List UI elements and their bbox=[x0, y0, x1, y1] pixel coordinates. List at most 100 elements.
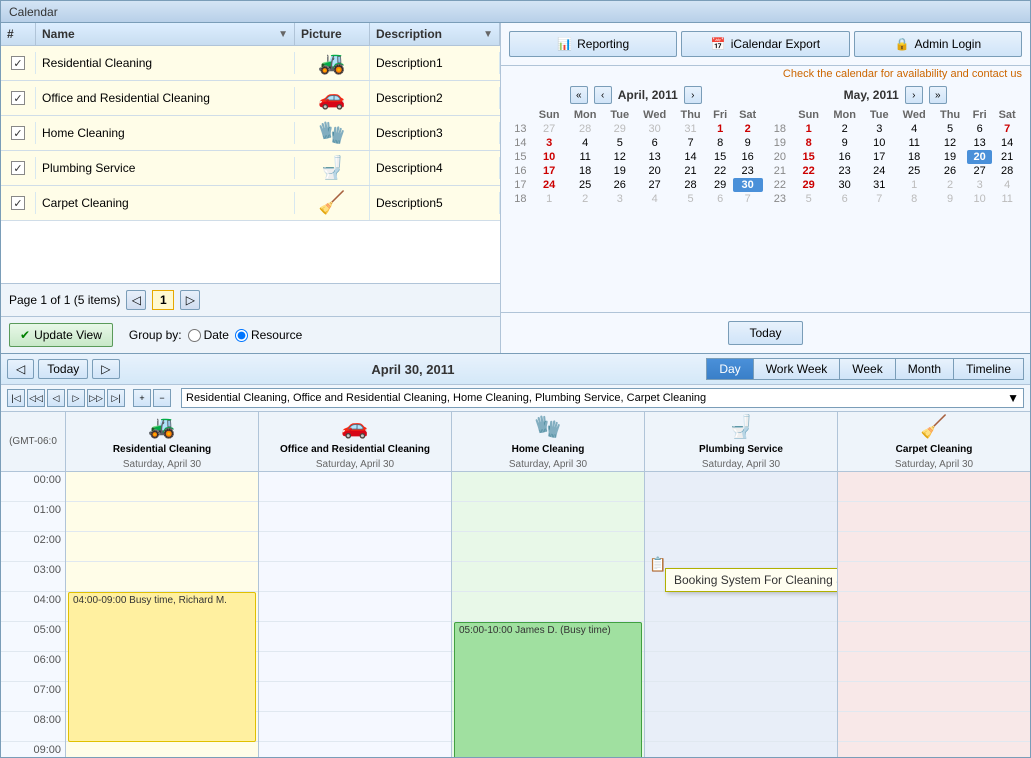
slot[interactable] bbox=[452, 532, 644, 562]
reporting-button[interactable]: 📊 Reporting bbox=[509, 31, 677, 57]
cal-day[interactable]: 10 bbox=[532, 150, 567, 164]
slot[interactable] bbox=[452, 562, 644, 592]
cal-day[interactable]: 24 bbox=[863, 164, 895, 178]
slot[interactable] bbox=[259, 562, 451, 592]
cal-day[interactable]: 8 bbox=[708, 136, 733, 150]
cal-day[interactable]: 29 bbox=[708, 178, 733, 192]
group-by-resource-option[interactable]: Resource bbox=[235, 328, 302, 342]
cal-day[interactable]: 13 bbox=[967, 136, 992, 150]
nav-prev-button[interactable]: ◁ bbox=[47, 389, 65, 407]
may-next-button[interactable]: › bbox=[905, 86, 923, 104]
scheduler-today-button[interactable]: Today bbox=[38, 359, 88, 379]
slot[interactable] bbox=[645, 652, 837, 682]
row-5-checkbox[interactable] bbox=[11, 196, 25, 210]
may-next-next-button[interactable]: » bbox=[929, 86, 947, 104]
tab-month[interactable]: Month bbox=[896, 358, 954, 380]
cal-day[interactable]: 17 bbox=[532, 164, 567, 178]
cal-day[interactable]: 2 bbox=[567, 192, 604, 206]
cal-day[interactable]: 31 bbox=[674, 122, 708, 136]
slot[interactable] bbox=[259, 472, 451, 502]
cal-day[interactable]: 5 bbox=[791, 192, 826, 206]
cal-day[interactable]: 12 bbox=[933, 136, 967, 150]
slot[interactable] bbox=[838, 622, 1030, 652]
slot[interactable] bbox=[645, 712, 837, 742]
cal-day[interactable]: 25 bbox=[895, 164, 933, 178]
april-next-button[interactable]: › bbox=[684, 86, 702, 104]
residential-event[interactable]: 04:00-09:00 Busy time, Richard M. bbox=[68, 592, 256, 742]
cal-day[interactable]: 22 bbox=[708, 164, 733, 178]
admin-login-button[interactable]: 🔒 Admin Login bbox=[854, 31, 1022, 57]
cal-day[interactable]: 6 bbox=[708, 192, 733, 206]
cal-day[interactable]: 28 bbox=[674, 178, 708, 192]
slot[interactable] bbox=[259, 682, 451, 712]
slot[interactable] bbox=[838, 712, 1030, 742]
cal-day[interactable]: 29 bbox=[791, 178, 826, 192]
slot[interactable] bbox=[259, 712, 451, 742]
cal-day[interactable]: 7 bbox=[733, 192, 763, 206]
cal-day[interactable]: 26 bbox=[604, 178, 636, 192]
slot[interactable] bbox=[838, 532, 1030, 562]
slot[interactable] bbox=[645, 502, 837, 532]
cal-day[interactable]: 16 bbox=[826, 150, 863, 164]
today-button[interactable]: Today bbox=[728, 321, 802, 345]
cal-day[interactable]: 18 bbox=[895, 150, 933, 164]
slot[interactable] bbox=[645, 742, 837, 757]
slot[interactable] bbox=[66, 532, 258, 562]
nav-first-button[interactable]: |◁ bbox=[7, 389, 25, 407]
cal-day[interactable]: 29 bbox=[604, 122, 636, 136]
slot[interactable] bbox=[259, 742, 451, 757]
cal-day[interactable]: 14 bbox=[992, 136, 1022, 150]
cal-day[interactable]: 2 bbox=[933, 178, 967, 192]
cal-day[interactable]: 23 bbox=[733, 164, 763, 178]
scheduler-prev-button[interactable]: ◁ bbox=[7, 359, 34, 379]
cal-day[interactable]: 4 bbox=[636, 192, 674, 206]
slot[interactable] bbox=[838, 562, 1030, 592]
slot[interactable] bbox=[452, 592, 644, 622]
desc-filter-icon[interactable]: ▼ bbox=[483, 29, 493, 40]
cal-day[interactable]: 27 bbox=[636, 178, 674, 192]
cal-day[interactable]: 6 bbox=[826, 192, 863, 206]
cal-day[interactable]: 10 bbox=[967, 192, 992, 206]
row-4-checkbox[interactable] bbox=[11, 161, 25, 175]
row-1-checkbox[interactable] bbox=[11, 56, 25, 70]
slot[interactable] bbox=[645, 532, 837, 562]
slot[interactable] bbox=[452, 502, 644, 532]
cal-day[interactable]: 31 bbox=[863, 178, 895, 192]
april-prev-prev-button[interactable]: « bbox=[570, 86, 588, 104]
cal-day[interactable]: 28 bbox=[567, 122, 604, 136]
slot[interactable] bbox=[66, 742, 258, 757]
cal-day[interactable]: 23 bbox=[826, 164, 863, 178]
cal-day[interactable]: 9 bbox=[933, 192, 967, 206]
slot[interactable] bbox=[838, 652, 1030, 682]
cal-day[interactable]: 5 bbox=[674, 192, 708, 206]
slot[interactable] bbox=[66, 502, 258, 532]
cal-day[interactable]: 9 bbox=[733, 136, 763, 150]
cal-day-today[interactable]: 20 bbox=[967, 150, 992, 164]
cal-day[interactable]: 1 bbox=[791, 122, 826, 136]
cal-day[interactable]: 2 bbox=[826, 122, 863, 136]
april-prev-button[interactable]: ‹ bbox=[594, 86, 612, 104]
nav-next-button[interactable]: ▷ bbox=[67, 389, 85, 407]
cal-day[interactable]: 24 bbox=[532, 178, 567, 192]
scheduler-next-button[interactable]: ▷ bbox=[92, 359, 119, 379]
cal-day[interactable]: 5 bbox=[604, 136, 636, 150]
slot[interactable] bbox=[645, 472, 837, 502]
cal-day[interactable]: 22 bbox=[791, 164, 826, 178]
nav-next-next-button[interactable]: ▷▷ bbox=[87, 389, 105, 407]
cal-day[interactable]: 1 bbox=[532, 192, 567, 206]
cal-day[interactable]: 19 bbox=[933, 150, 967, 164]
slot[interactable] bbox=[645, 682, 837, 712]
cal-day[interactable]: 15 bbox=[708, 150, 733, 164]
cal-day[interactable]: 30 bbox=[826, 178, 863, 192]
cal-day[interactable]: 28 bbox=[992, 164, 1022, 178]
cal-day[interactable]: 3 bbox=[604, 192, 636, 206]
cal-day[interactable]: 2 bbox=[733, 122, 763, 136]
slot[interactable] bbox=[838, 742, 1030, 757]
current-page[interactable]: 1 bbox=[152, 290, 174, 310]
home-event[interactable]: 05:00-10:00 James D. (Busy time) bbox=[454, 622, 642, 757]
cal-day[interactable]: 18 bbox=[567, 164, 604, 178]
slot[interactable] bbox=[838, 502, 1030, 532]
slot[interactable] bbox=[259, 622, 451, 652]
cal-day[interactable]: 11 bbox=[895, 136, 933, 150]
slot[interactable] bbox=[645, 592, 837, 622]
